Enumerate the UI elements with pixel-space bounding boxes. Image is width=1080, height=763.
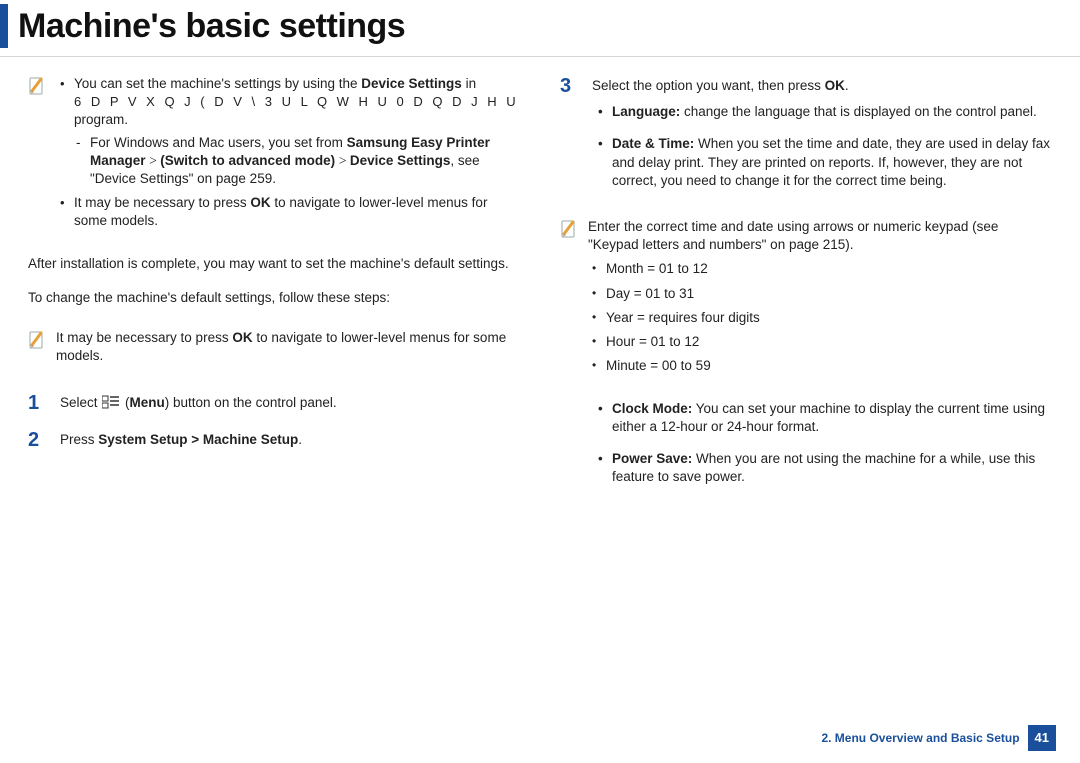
range-month: Month = 01 to 12: [588, 260, 1052, 278]
page-title: Machine's basic settings: [18, 4, 405, 50]
note-block-3: Enter the correct time and date using ar…: [560, 218, 1052, 382]
bold: System Setup > Machine Setup: [98, 432, 298, 447]
bold: Date & Time:: [612, 136, 694, 151]
note-icon: [560, 220, 578, 382]
bold: Language:: [612, 104, 680, 119]
note-body: Enter the correct time and date using ar…: [588, 218, 1052, 382]
paragraph-2: To change the machine's default settings…: [28, 289, 520, 307]
separator: >: [339, 153, 350, 168]
text: ) button on the control panel.: [165, 395, 337, 410]
paragraph-1: After installation is complete, you may …: [28, 255, 520, 273]
step-3: 3 Select the option you want, then press…: [560, 75, 1052, 204]
bold: OK: [232, 330, 252, 345]
bold: Device Settings: [350, 153, 451, 168]
content-columns: You can set the machine's settings by us…: [0, 75, 1080, 501]
title-accent-bar: [0, 4, 8, 48]
step-2: 2 Press System Setup > Machine Setup.: [28, 429, 520, 450]
step-number: 3: [560, 75, 578, 96]
range-year: Year = requires four digits: [588, 309, 1052, 327]
text: Select the option you want, then press: [592, 78, 825, 93]
text: (: [121, 395, 129, 410]
bold: Manager: [90, 153, 146, 168]
left-column: You can set the machine's settings by us…: [28, 75, 520, 501]
text: Press: [60, 432, 98, 447]
option-language: Language: change the language that is di…: [592, 103, 1052, 121]
text: For Windows and Mac users, you set from: [90, 135, 347, 150]
text: You can set the machine's settings by us…: [74, 76, 361, 91]
text: program.: [74, 112, 128, 127]
bold: Power Save:: [612, 451, 692, 466]
text: .: [298, 432, 302, 447]
page-number-badge: 41: [1028, 725, 1056, 751]
step-1: 1 Select (Menu) button on the control pa…: [28, 392, 520, 415]
text: It may be necessary to press: [74, 195, 250, 210]
page-header: Machine's basic settings: [0, 0, 1080, 50]
bold: Samsung Easy Printer: [347, 135, 490, 150]
option-date-time: Date & Time: When you set the time and d…: [592, 135, 1052, 190]
note-icon: [28, 77, 46, 237]
note-block-2: It may be necessary to press OK to navig…: [28, 329, 520, 365]
note1-dash1: For Windows and Mac users, you set from …: [74, 134, 520, 189]
range-day: Day = 01 to 31: [588, 285, 1052, 303]
text: change the language that is displayed on…: [680, 104, 1037, 119]
note1-bullet2: It may be necessary to press OK to navig…: [56, 194, 520, 230]
bold: Clock Mode:: [612, 401, 692, 416]
step-number: 1: [28, 392, 46, 413]
bold: OK: [825, 78, 845, 93]
range-hour: Hour = 01 to 12: [588, 333, 1052, 351]
note-body: It may be necessary to press OK to navig…: [56, 329, 520, 365]
step-body: Press System Setup > Machine Setup.: [60, 429, 520, 449]
bold: Menu: [130, 395, 165, 410]
page-footer: 2. Menu Overview and Basic Setup 41: [821, 725, 1056, 751]
divider: [0, 56, 1080, 57]
note1-bullet1: You can set the machine's settings by us…: [56, 75, 520, 188]
text: in: [462, 76, 476, 91]
chapter-label: 2. Menu Overview and Basic Setup: [821, 730, 1019, 746]
garbled-text: 6 D P V X Q J ( D V \ 3 U L Q W H U 0 D …: [74, 94, 519, 109]
option-power-save: Power Save: When you are not using the m…: [592, 450, 1052, 486]
text: Enter the correct time and date using ar…: [588, 219, 998, 252]
menu-icon: [102, 394, 120, 415]
text: .: [845, 78, 849, 93]
note-body: You can set the machine's settings by us…: [56, 75, 520, 237]
bold: Device Settings: [361, 76, 462, 91]
bold: OK: [250, 195, 270, 210]
range-minute: Minute = 00 to 59: [588, 357, 1052, 375]
step-number: 2: [28, 429, 46, 450]
bold: (Switch to advanced mode): [160, 153, 335, 168]
step-body: Select the option you want, then press O…: [592, 75, 1052, 204]
continued-bullets: Clock Mode: You can set your machine to …: [592, 400, 1052, 487]
text: It may be necessary to press: [56, 330, 232, 345]
right-column: 3 Select the option you want, then press…: [560, 75, 1052, 501]
note-block-1: You can set the machine's settings by us…: [28, 75, 520, 237]
separator: >: [149, 153, 160, 168]
step-body: Select (Menu) button on the control pane…: [60, 392, 520, 415]
note-icon: [28, 331, 46, 365]
text: Select: [60, 395, 101, 410]
option-clock-mode: Clock Mode: You can set your machine to …: [592, 400, 1052, 436]
